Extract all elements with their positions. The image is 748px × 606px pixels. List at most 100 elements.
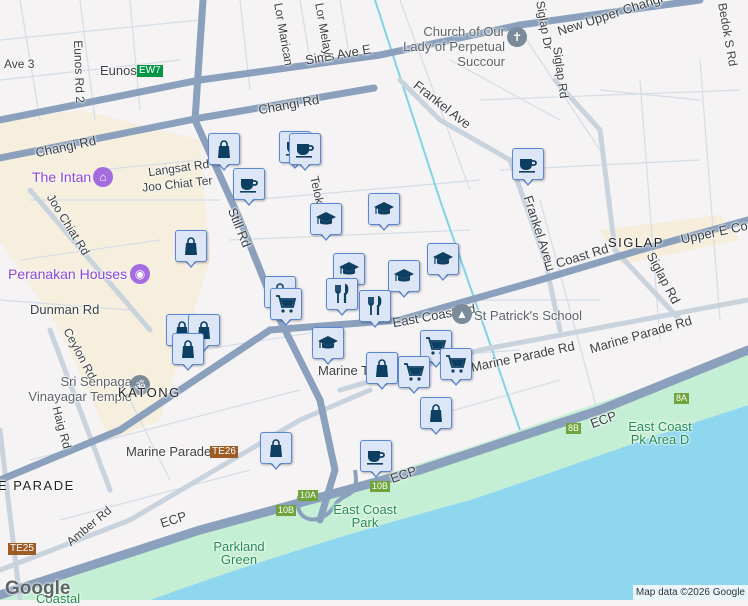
marker-box — [512, 148, 544, 180]
marker-pointer — [437, 272, 449, 279]
map-attribution[interactable]: Map data ©2026 Google — [632, 585, 748, 600]
poi-label: Sri Senpaga Vinayagar Temple — [28, 374, 132, 404]
map-marker-education[interactable] — [310, 203, 342, 243]
cafe-icon — [240, 179, 258, 193]
grocery-icon — [276, 295, 297, 313]
camera-icon[interactable]: ◉ — [130, 264, 150, 284]
marker-box — [360, 440, 392, 472]
marker-box — [312, 327, 344, 359]
station-badge-eunos: EW7 — [137, 65, 163, 77]
shop-icon — [376, 359, 388, 377]
map-marker-restaurant[interactable] — [359, 290, 391, 330]
marker-box — [233, 168, 265, 200]
education-icon — [374, 202, 394, 215]
exit-badge: 10A — [298, 490, 319, 501]
road-label: Ave 3 — [4, 57, 35, 71]
marker-pointer — [370, 469, 382, 476]
park-label: East Coast Park — [330, 503, 400, 529]
park-name: Parkland Green — [213, 539, 265, 567]
map-marker-shop[interactable] — [208, 133, 240, 173]
marker-pointer — [408, 385, 420, 392]
marker-pointer — [369, 319, 381, 326]
marker-box — [172, 333, 204, 365]
marker-pointer — [270, 461, 282, 468]
park-name: East Coast Park — [333, 502, 397, 530]
marker-pointer — [450, 377, 462, 384]
poi-label: Church of Our Lady of Perpetual Succour — [403, 24, 505, 69]
marker-pointer — [376, 381, 388, 388]
marker-box — [289, 133, 321, 165]
park-label: East Coast Pk Area D — [620, 420, 700, 446]
marker-pointer — [430, 426, 442, 433]
shop-icon — [185, 237, 197, 255]
station-label: Marine Parade — [126, 444, 212, 459]
cafe-icon — [296, 144, 314, 158]
station-badge-marine-parade: TE26 — [210, 446, 238, 458]
area-label: E PARADE — [0, 478, 75, 493]
marker-pointer — [182, 362, 194, 369]
education-icon — [318, 336, 338, 349]
map-marker-education[interactable] — [368, 193, 400, 233]
marker-pointer — [320, 232, 332, 239]
marker-box — [368, 193, 400, 225]
map-marker-shop[interactable] — [366, 352, 398, 392]
school-icon[interactable]: ▲ — [452, 304, 472, 324]
map-marker-shop[interactable] — [172, 333, 204, 373]
marker-pointer — [243, 197, 255, 204]
map-marker-cafe[interactable] — [512, 148, 544, 188]
marker-box — [208, 133, 240, 165]
marker-pointer — [218, 162, 230, 169]
map-marker-shop[interactable] — [260, 432, 292, 472]
park-name: East Coast Pk Area D — [628, 419, 692, 447]
marker-pointer — [378, 222, 390, 229]
cafe-icon — [367, 451, 385, 465]
marker-pointer — [398, 289, 410, 296]
area-label: KATONG — [118, 385, 181, 400]
marker-box — [420, 397, 452, 429]
map-marker-cafe[interactable] — [289, 133, 321, 173]
map-marker-education[interactable] — [388, 260, 420, 300]
map-marker-shop[interactable] — [420, 397, 452, 437]
poi-label: The Intan — [32, 169, 92, 185]
marker-box — [175, 230, 207, 262]
exit-badge: 8A — [674, 393, 690, 404]
marker-box — [359, 290, 391, 322]
google-logo: Google — [5, 578, 71, 599]
station-label: Eunos — [100, 63, 137, 78]
education-icon — [316, 212, 336, 225]
marker-box — [427, 243, 459, 275]
education-icon — [394, 269, 414, 282]
map-marker-grocery[interactable] — [270, 288, 302, 328]
map-marker-shop[interactable] — [175, 230, 207, 270]
marker-box — [326, 278, 358, 310]
area-label: SIGLAP — [608, 235, 664, 250]
marker-pointer — [322, 356, 334, 363]
shop-icon — [430, 404, 442, 422]
marker-box — [388, 260, 420, 292]
map-marker-cafe[interactable] — [360, 440, 392, 480]
map-marker-restaurant[interactable] — [326, 278, 358, 318]
marker-pointer — [522, 177, 534, 184]
education-icon — [433, 252, 453, 265]
marker-pointer — [336, 307, 348, 314]
road-label: Eunos Rd 2 — [71, 39, 88, 104]
church-icon[interactable]: ✝ — [507, 27, 527, 47]
map-marker-cafe[interactable] — [233, 168, 265, 208]
restaurant-icon — [335, 283, 349, 303]
map-marker-education[interactable] — [427, 243, 459, 283]
marker-box — [310, 203, 342, 235]
marker-box — [440, 348, 472, 380]
museum-icon[interactable]: ⌂ — [93, 167, 113, 187]
marker-box — [398, 356, 430, 388]
restaurant-icon — [368, 295, 382, 315]
road-label: Dunman Rd — [30, 302, 100, 317]
map-marker-education[interactable] — [312, 327, 344, 367]
map-marker-grocery[interactable] — [440, 348, 472, 388]
road-secondary — [0, 427, 23, 600]
exit-badge: 8B — [566, 423, 582, 434]
shop-icon — [270, 439, 282, 457]
map-marker-grocery[interactable] — [398, 356, 430, 396]
exit-badge: 10B — [370, 481, 391, 492]
marker-box — [260, 432, 292, 464]
station-badge-te25: TE25 — [8, 543, 36, 555]
